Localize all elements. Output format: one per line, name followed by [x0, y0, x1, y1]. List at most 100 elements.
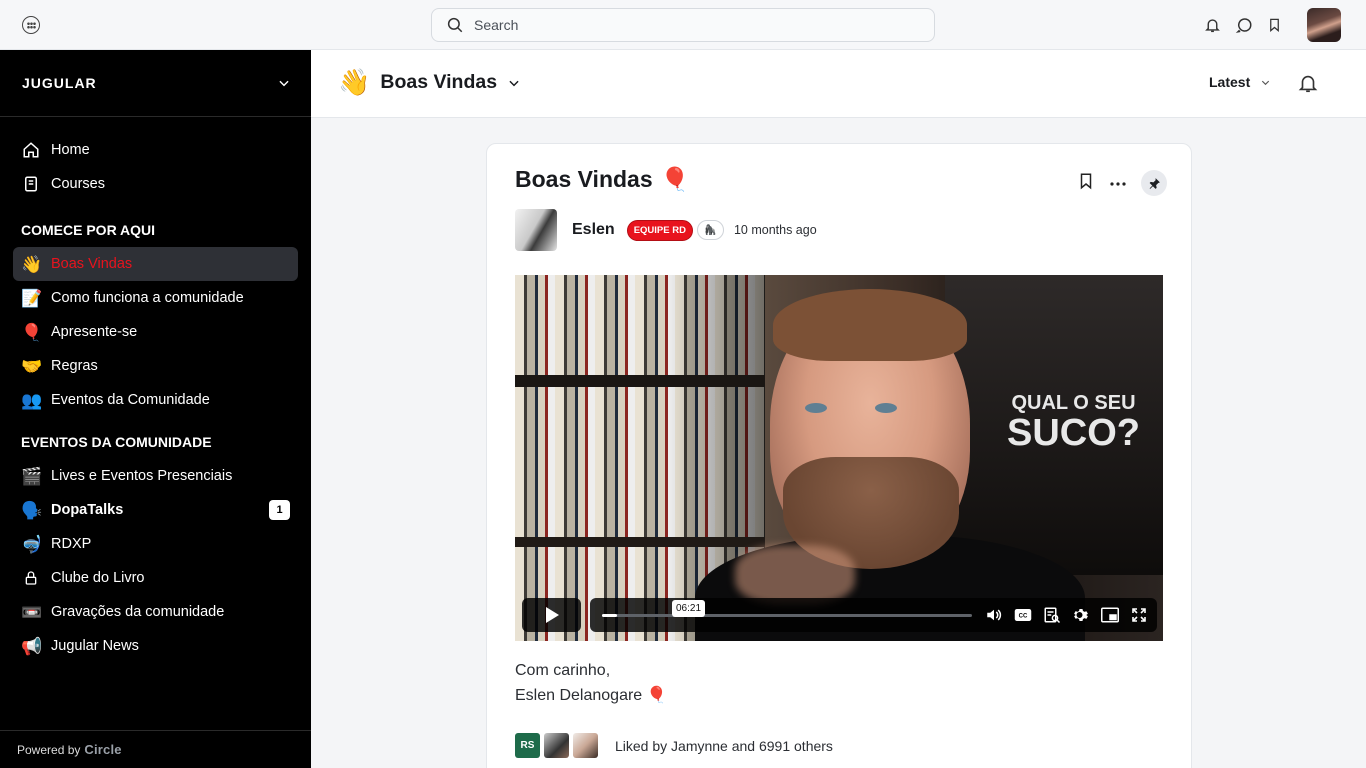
waving-hand-icon: 👋	[338, 67, 371, 97]
sidebar-item-boas-vindas[interactable]: 👋 Boas Vindas	[13, 247, 298, 281]
sidebar-item-gravacoes[interactable]: 📼 Gravações da comunidade	[13, 595, 298, 629]
sidebar-item-label: RDXP	[51, 536, 92, 552]
video-controls: 06:21 CC	[515, 598, 1163, 636]
video-shelf-plank	[515, 375, 775, 387]
memo-icon: 📝	[21, 288, 43, 308]
poster-line-1: QUAL O SEU	[1011, 392, 1136, 414]
sidebar-item-label: Gravações da comunidade	[51, 604, 225, 620]
picture-in-picture-icon[interactable]	[1100, 605, 1120, 625]
bookmarks-icon[interactable]	[1265, 15, 1284, 34]
sidebar-item-apresente-se[interactable]: 🎈 Apresente-se	[13, 315, 298, 349]
sidebar-item-jugular-news[interactable]: 📢 Jugular News	[13, 629, 298, 663]
sidebar-item-label: Como funciona a comunidade	[51, 290, 244, 306]
top-bar: Search	[0, 0, 1366, 50]
sidebar-item-lives[interactable]: 🎬 Lives e Eventos Presenciais	[13, 459, 298, 493]
video-progress-bar[interactable]: 06:21	[602, 600, 972, 617]
likes-row[interactable]: RS Liked by Jamynne and 6991 others	[515, 733, 833, 758]
balloon-icon: 🎈	[660, 166, 690, 192]
play-button[interactable]	[522, 598, 581, 632]
powered-by-footer[interactable]: Powered by Circle	[0, 730, 311, 768]
post-title-text: Boas Vindas	[515, 166, 653, 192]
captions-icon[interactable]: CC	[1013, 605, 1033, 625]
sidebar-item-label: Eventos da Comunidade	[51, 392, 210, 408]
notifications-bell-icon[interactable]	[1203, 15, 1222, 34]
videocassette-icon: 📼	[21, 602, 43, 622]
chevron-down-icon	[509, 80, 519, 86]
more-options-icon[interactable]	[1109, 174, 1127, 192]
post-timestamp[interactable]: 10 months ago	[734, 223, 817, 237]
search-icon	[447, 17, 463, 33]
chevron-down-icon	[1262, 80, 1270, 85]
author-name[interactable]: Eslen	[572, 221, 615, 239]
chevron-down-icon	[279, 80, 289, 87]
liker-avatar	[573, 733, 598, 758]
transcript-search-icon[interactable]	[1042, 605, 1062, 625]
sidebar-item-label: Jugular News	[51, 638, 139, 654]
sidebar-item-label: Regras	[51, 358, 98, 374]
sort-label: Latest	[1209, 74, 1251, 90]
courses-icon	[21, 175, 41, 193]
sidebar: JUGULAR Home Courses COMECE POR AQUI 👋 B…	[0, 50, 311, 768]
clapper-board-icon: 🎬	[21, 466, 43, 486]
sidebar-section-title[interactable]: COMECE POR AQUI	[0, 219, 311, 241]
volume-icon[interactable]	[984, 605, 1004, 625]
sidebar-item-rdxp[interactable]: 🤿 RDXP	[13, 527, 298, 561]
sidebar-item-label: DopaTalks	[51, 502, 124, 518]
space-header: 👋 Boas Vindas Latest	[311, 50, 1366, 118]
space-notifications-bell-icon[interactable]	[1297, 72, 1319, 99]
post-author-row: Eslen EQUIPE RD 🦍 10 months ago	[515, 209, 817, 251]
space-title: Boas Vindas	[380, 71, 498, 93]
author-avatar[interactable]	[515, 209, 557, 251]
sidebar-item-courses[interactable]: Courses	[13, 167, 298, 201]
fullscreen-icon[interactable]	[1129, 605, 1149, 625]
space-title-dropdown[interactable]: 👋 Boas Vindas	[338, 67, 521, 98]
community-switcher[interactable]: JUGULAR	[0, 50, 311, 117]
post-body-signature: Eslen Delanogare 🎈	[515, 683, 667, 708]
balloon-icon: 🎈	[646, 687, 667, 704]
play-icon	[545, 607, 559, 623]
video-shelf-plank	[515, 537, 775, 547]
handshake-icon: 🤝	[21, 356, 43, 376]
pin-icon[interactable]	[1141, 170, 1167, 196]
messages-chat-icon[interactable]	[1234, 15, 1253, 34]
bookmark-icon[interactable]	[1077, 171, 1095, 196]
sidebar-item-label: Lives e Eventos Presenciais	[51, 468, 233, 484]
sidebar-item-eventos-comunidade[interactable]: 👥 Eventos da Comunidade	[13, 383, 298, 417]
megaphone-icon: 📢	[21, 636, 43, 656]
video-control-bar: 06:21 CC	[590, 598, 1157, 632]
sidebar-item-como-funciona[interactable]: 📝 Como funciona a comunidade	[13, 281, 298, 315]
poster-line-2: SUCO?	[1007, 412, 1140, 454]
video-player[interactable]: QUAL O SEU SUCO? 06:21 CC	[515, 275, 1163, 641]
post-card: Boas Vindas 🎈 Eslen EQUIPE RD 🦍 10 month…	[486, 143, 1192, 768]
liker-avatar: RS	[515, 733, 540, 758]
user-avatar[interactable]	[1307, 8, 1341, 42]
community-menu-icon[interactable]	[22, 16, 40, 34]
video-speaker-eye	[875, 403, 897, 413]
sidebar-item-label: Boas Vindas	[51, 256, 133, 272]
home-icon	[21, 141, 41, 159]
sidebar-item-regras[interactable]: 🤝 Regras	[13, 349, 298, 383]
sidebar-item-dopatalks[interactable]: 🗣️ DopaTalks 1	[13, 493, 298, 527]
sidebar-item-home[interactable]: Home	[13, 133, 298, 167]
post-body-line: Com carinho,	[515, 662, 611, 679]
sort-dropdown[interactable]: Latest	[1209, 74, 1271, 90]
search-placeholder: Search	[474, 17, 519, 33]
search-input[interactable]: Search	[431, 8, 935, 42]
sidebar-section-title[interactable]: EVENTOS DA COMUNIDADE	[0, 431, 311, 453]
lock-icon	[21, 569, 41, 587]
likes-summary[interactable]: Liked by Jamynne and 6991 others	[615, 738, 833, 754]
sidebar-item-label: Apresente-se	[51, 324, 138, 340]
liker-avatar	[544, 733, 569, 758]
settings-gear-icon[interactable]	[1071, 605, 1091, 625]
video-speaker-hand	[735, 545, 855, 605]
svg-text:CC: CC	[1019, 614, 1028, 620]
sidebar-item-clube-do-livro[interactable]: Clube do Livro	[13, 561, 298, 595]
powered-by-text: Powered by	[17, 742, 81, 757]
post-title[interactable]: Boas Vindas 🎈	[515, 166, 689, 193]
video-poster-text: QUAL O SEU SUCO?	[1007, 393, 1140, 454]
video-time-tooltip: 06:21	[672, 600, 706, 617]
video-speaker-hair	[773, 289, 967, 361]
diving-mask-icon: 🤿	[21, 534, 43, 554]
gorilla-badge: 🦍	[696, 220, 724, 240]
speaking-head-icon: 🗣️	[21, 500, 43, 520]
